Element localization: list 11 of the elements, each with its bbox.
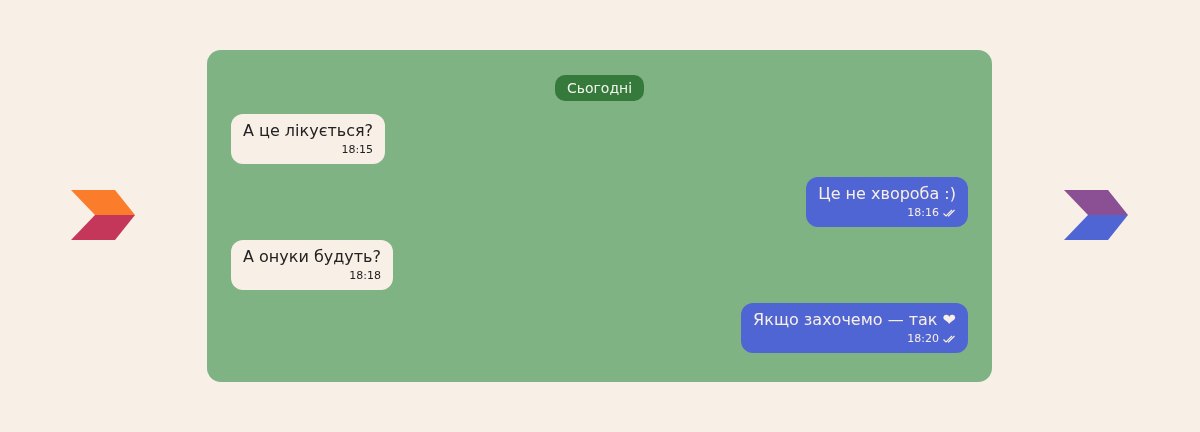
message-text: А це лікується? bbox=[243, 120, 374, 142]
chevron-icon bbox=[71, 190, 135, 240]
message-text: Якщо захочемо — так ❤ bbox=[753, 309, 956, 331]
chevron-icon bbox=[1064, 190, 1128, 240]
message-text: А онуки будуть? bbox=[243, 246, 381, 268]
message-time: 18:16 bbox=[907, 205, 939, 221]
message-time: 18:15 bbox=[341, 142, 374, 158]
message-time: 18:18 bbox=[349, 268, 381, 284]
date-label: Сьогодні bbox=[554, 75, 645, 101]
message-text: Це не хвороба :) bbox=[818, 183, 956, 205]
message-time: 18:20 bbox=[907, 331, 939, 347]
